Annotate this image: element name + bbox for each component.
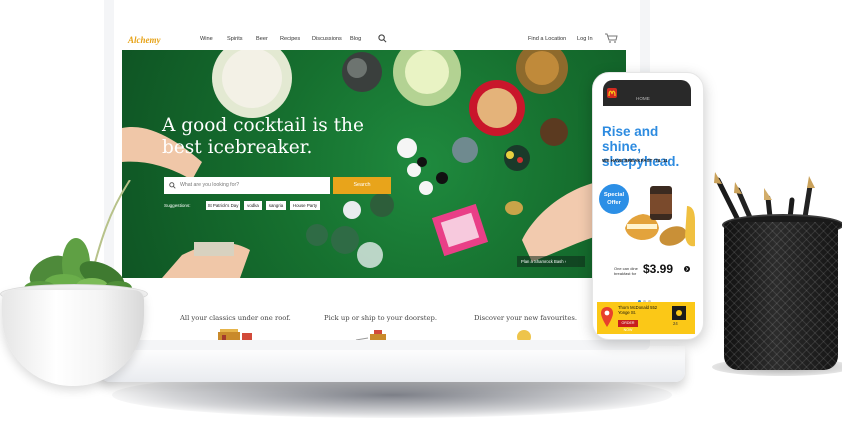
laptop-screen: Alchemy Wine Spirits Beer Recipes Discus… xyxy=(104,0,650,350)
delivery-icon xyxy=(355,330,386,340)
hero-banner: A good cocktail is the best icebreaker. … xyxy=(122,50,626,278)
search-icon[interactable] xyxy=(378,34,387,43)
nav-link-blog[interactable]: Blog xyxy=(350,36,361,42)
suggestion-chip-house-party[interactable]: House Party xyxy=(290,201,320,210)
nav-link-beer[interactable]: Beer xyxy=(256,36,268,42)
nav-link-discussions[interactable]: Discussions xyxy=(312,36,342,42)
section-discover: Discover your new favourites. xyxy=(474,314,578,322)
hero-title: A good cocktail is the best icebreaker. xyxy=(162,115,364,158)
site-logo[interactable]: Alchemy xyxy=(128,35,161,45)
mcdonalds-logo-icon xyxy=(607,88,617,98)
map-pin-icon xyxy=(601,307,613,327)
story-link[interactable]: Plan a Shamrock Bash › xyxy=(517,256,585,267)
site-navbar: Alchemy Wine Spirits Beer Recipes Discus… xyxy=(114,26,640,48)
arrow-right-icon: › xyxy=(564,259,567,264)
phone-header-title: HOME xyxy=(636,96,650,101)
delivery-location-text: Thorn McDonald 552 Yonge St. xyxy=(618,305,658,315)
store-icon xyxy=(218,329,252,340)
breakfast-price: $3.99 xyxy=(643,262,674,276)
section-classics: All your classics under one roof. xyxy=(180,314,291,322)
hours-label: 24 xyxy=(673,321,678,326)
phone-header xyxy=(603,80,691,106)
discover-icon xyxy=(517,330,531,340)
succulent-plant-icon xyxy=(24,180,132,295)
search-placeholder: What are you looking for? xyxy=(180,182,240,188)
special-offer-badge: Special Offer xyxy=(599,184,629,214)
one-can-dine-text: One can dine breakfast for xyxy=(614,266,638,276)
hero-photo xyxy=(122,50,626,278)
nav-link-recipes[interactable]: Recipes xyxy=(280,36,300,42)
laptop-base xyxy=(100,346,685,382)
carousel-dots[interactable] xyxy=(638,290,660,303)
hero-search-input[interactable]: What are you looking for? xyxy=(164,177,330,194)
nav-link-find-location[interactable]: Find a Location xyxy=(528,36,566,42)
search-icon xyxy=(169,182,176,189)
section-pickup: Pick up or ship to your doorstep. xyxy=(324,314,438,322)
breakfast-photo xyxy=(625,186,695,247)
suggestions-label: Suggestions: xyxy=(164,203,191,208)
suggestion-chip-st-patricks[interactable]: St Patrick's Day xyxy=(206,201,240,210)
search-button[interactable]: Search xyxy=(333,177,391,194)
cart-icon[interactable] xyxy=(604,33,618,43)
suggestion-chip-vodka[interactable]: vodka xyxy=(244,201,262,210)
nav-link-wine[interactable]: Wine xyxy=(200,36,213,42)
suggestion-chip-sangria[interactable]: sangria xyxy=(266,201,286,210)
order-now-button[interactable]: ORDER NOW xyxy=(618,320,638,332)
story-link-label: Plan a Shamrock Bash xyxy=(521,259,564,264)
phone-subhead: WE HAVE BREAKFAST 'TIL 11 xyxy=(602,158,668,163)
chevron-right-icon[interactable] xyxy=(684,266,690,272)
nav-link-login[interactable]: Log In xyxy=(577,36,593,42)
sun-icon xyxy=(672,306,686,320)
nav-link-spirits[interactable]: Spirits xyxy=(227,36,243,42)
pencil-cup xyxy=(724,222,838,370)
